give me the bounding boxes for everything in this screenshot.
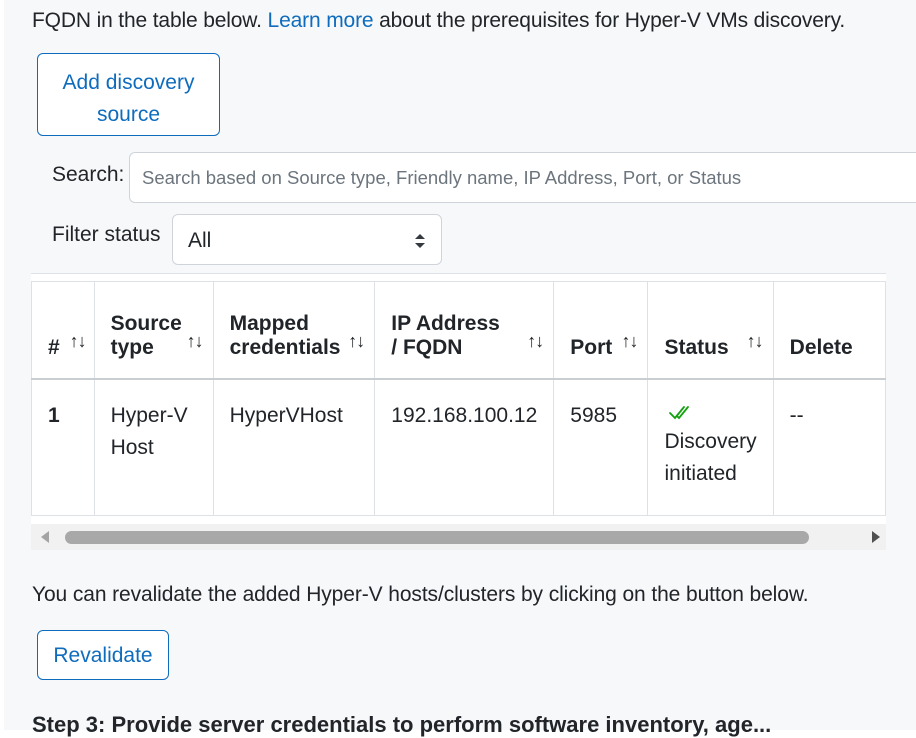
sort-icon[interactable]: ↑↓	[348, 331, 365, 352]
sort-icon[interactable]: ↑↓	[621, 331, 638, 352]
filter-status-label: Filter status	[52, 223, 161, 246]
row-status: Discovery initiated	[647, 378, 774, 516]
table-header-row: # ↑↓ Source type ↑↓ Mapped credentials ↑…	[31, 281, 886, 380]
sort-icon[interactable]: ↑↓	[187, 331, 204, 352]
next-step-heading: Step 3: Provide server credentials to pe…	[32, 712, 772, 737]
column-header-port[interactable]: Port ↑↓	[553, 281, 649, 380]
column-header-index[interactable]: # ↑↓	[31, 281, 95, 380]
column-header-source-type[interactable]: Source type ↑↓	[93, 281, 214, 380]
add-button-line1: Add discovery	[62, 71, 195, 94]
source-type-line2: Host	[110, 435, 154, 459]
column-header-delete: Delete	[772, 281, 886, 380]
row-index: 1	[31, 378, 95, 516]
row-delete: --	[772, 378, 886, 516]
sort-icon[interactable]: ↑↓	[527, 331, 544, 352]
discovery-panel: FQDN in the table below. Learn more abou…	[4, 0, 916, 737]
filter-status-select[interactable]: All	[172, 214, 442, 265]
scroll-left-icon[interactable]	[41, 531, 49, 543]
revalidate-button[interactable]: Revalidate	[37, 630, 169, 680]
search-input[interactable]: Search based on Source type, Friendly na…	[129, 152, 916, 203]
learn-more-link[interactable]: Learn more	[268, 9, 374, 32]
add-button-line2: source	[96, 103, 161, 126]
column-header-credentials[interactable]: Mapped credentials ↑↓	[212, 281, 376, 380]
sort-icon[interactable]: ↑↓	[70, 331, 87, 352]
column-source-type-line2: type	[110, 335, 154, 359]
column-header-status[interactable]: Status ↑↓	[647, 281, 774, 380]
column-delete-label: Delete	[789, 335, 853, 359]
column-ip-line1: IP Address	[391, 311, 500, 335]
intro-suffix: about the prerequisites for Hyper-V VMs …	[373, 9, 846, 32]
source-type-line1: Hyper-V	[110, 403, 188, 427]
column-credentials-line2: credentials	[229, 335, 341, 359]
search-label: Search:	[52, 163, 125, 186]
column-status-label: Status	[664, 335, 729, 359]
scrollbar-thumb[interactable]	[65, 531, 809, 544]
discovery-sources-table: # ↑↓ Source type ↑↓ Mapped credentials ↑…	[31, 273, 886, 524]
status-line2: initiated	[664, 461, 737, 485]
double-check-icon	[669, 405, 690, 419]
revalidate-description: You can revalidate the added Hyper-V hos…	[32, 583, 809, 606]
row-credentials: HyperVHost	[212, 378, 376, 516]
intro-text: FQDN in the table below. Learn more abou…	[32, 5, 845, 36]
scroll-right-icon[interactable]	[872, 531, 880, 543]
row-ip: 192.168.100.12	[374, 378, 555, 516]
column-index-label: #	[48, 335, 60, 359]
horizontal-scrollbar[interactable]	[31, 524, 886, 550]
table-row: 1 Hyper-V Host HyperVHost 192.168.100.12…	[31, 378, 886, 516]
sort-icon[interactable]: ↑↓	[747, 331, 764, 352]
column-port-label: Port	[570, 335, 613, 359]
column-header-ip[interactable]: IP Address / FQDN ↑↓	[374, 281, 555, 380]
column-ip-line2: / FQDN	[391, 335, 463, 359]
add-discovery-source-button[interactable]: Add discovery source	[37, 53, 220, 136]
select-caret-icon	[415, 234, 425, 248]
column-credentials-line1: Mapped	[229, 311, 309, 335]
row-source-type: Hyper-V Host	[93, 378, 214, 516]
column-source-type-line1: Source	[110, 311, 182, 335]
row-port: 5985	[553, 378, 649, 516]
intro-prefix: FQDN in the table below.	[32, 9, 268, 32]
status-line1: Discovery	[664, 429, 757, 453]
filter-status-value: All	[188, 229, 212, 252]
